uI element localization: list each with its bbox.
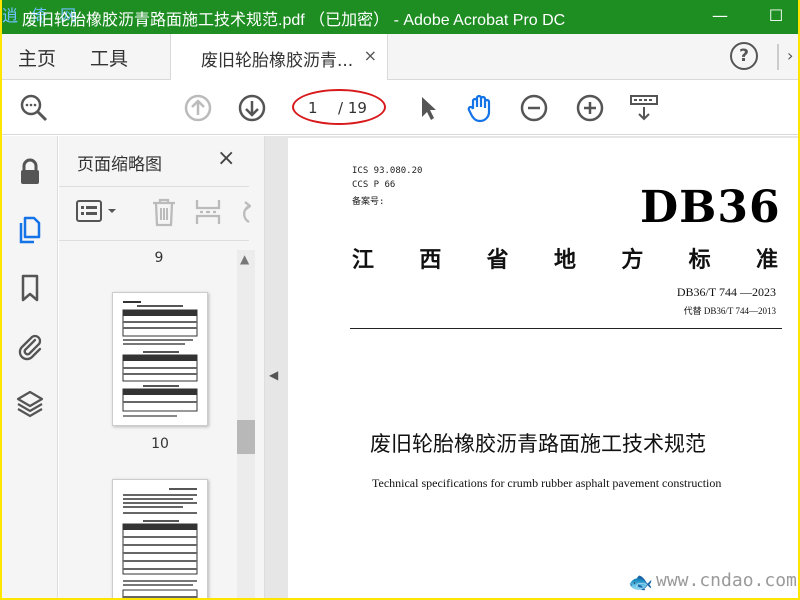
overflow-icon[interactable]: ›	[787, 46, 793, 65]
header-rule	[350, 328, 782, 329]
tab-document-label: 废旧轮胎橡胶沥青...	[201, 51, 354, 71]
site-logo-icon: 🐟	[628, 570, 653, 594]
standard-code: DB36/T 744 —2023	[676, 285, 776, 299]
zoom-in-icon[interactable]	[574, 92, 606, 124]
tab-tools[interactable]: 工具	[90, 44, 128, 71]
window-title: 废旧轮胎橡胶沥青路面施工技术规范.pdf （已加密） - Adobe Acrob…	[22, 12, 566, 29]
replaces-note: 代替 DB36/T 744—2013	[683, 306, 776, 316]
acrobat-window: 逍 倚 网 废旧轮胎橡胶沥青路面施工技术规范.pdf （已加密） - Adobe…	[2, 0, 798, 598]
next-page-icon[interactable]	[236, 92, 268, 124]
minimize-button[interactable]: —	[702, 2, 738, 30]
hand-tool-icon[interactable]	[464, 92, 496, 124]
lock-icon[interactable]	[14, 156, 46, 188]
tab-home[interactable]: 主页	[18, 44, 56, 71]
standard-char: 地	[553, 247, 576, 273]
scroll-up-icon[interactable]: ▲	[240, 252, 249, 266]
tab-close-button[interactable]: ×	[364, 46, 377, 65]
standard-char: 标	[688, 247, 711, 273]
thumbnail-page-11[interactable]	[112, 479, 208, 598]
panel-close-button[interactable]: ×	[217, 146, 235, 171]
title-bar: 逍 倚 网 废旧轮胎橡胶沥青路面施工技术规范.pdf （已加密） - Adobe…	[2, 0, 798, 34]
standard-char: 西	[419, 247, 442, 273]
red-highlight-circle	[292, 89, 386, 125]
page-thumbnails-panel: 页面缩略图 × 9 10 ▲	[59, 136, 265, 598]
ccs-code: CCS P 66	[352, 180, 396, 190]
select-arrow-icon[interactable]	[412, 92, 444, 124]
pdf-page: ICS 93.080.20 CCS P 66 备案号: DB36 江 西 省 地…	[288, 138, 798, 598]
rotate-page-icon[interactable]	[233, 196, 251, 228]
thumbnail-page-10[interactable]	[112, 292, 208, 426]
standard-char: 省	[486, 247, 509, 273]
insert-page-icon[interactable]	[193, 196, 223, 228]
left-rail	[2, 136, 58, 598]
tab-bar: 主页 工具 废旧轮胎橡胶沥青... × ? ›	[2, 34, 798, 80]
panel-title: 页面缩略图	[77, 155, 162, 175]
search-zoom-icon[interactable]	[18, 92, 50, 124]
thumbnail-page-label: 10	[151, 436, 169, 452]
divider	[59, 186, 249, 187]
standard-char: 江	[352, 247, 375, 273]
maximize-button[interactable]: ☐	[758, 2, 794, 30]
thumbnail-scrollbar[interactable]: ▲	[237, 250, 255, 598]
page-preview	[122, 301, 198, 417]
document-title-en: Technical specifications for crumb rubbe…	[372, 476, 722, 490]
toolbar: 1 / 19	[2, 81, 798, 135]
thumbnail-tools	[75, 194, 251, 230]
divider	[59, 240, 249, 241]
document-title-cn: 废旧轮胎橡胶沥青路面施工技术规范	[370, 432, 706, 456]
layers-icon[interactable]	[14, 388, 46, 420]
delete-page-icon[interactable]	[149, 196, 179, 228]
page-preview	[122, 488, 198, 598]
collapse-panel-icon[interactable]: ◀	[269, 368, 278, 382]
site-watermark: www.cndao.com	[656, 570, 797, 591]
document-view[interactable]: ◀ ICS 93.080.20 CCS P 66 备案号: DB36 江 西 省…	[265, 136, 798, 598]
ics-code: ICS 93.080.20	[352, 166, 423, 176]
standard-brand: DB36	[640, 182, 781, 233]
pages-icon[interactable]	[14, 214, 46, 246]
help-button[interactable]: ?	[730, 42, 758, 70]
scrollbar-thumb[interactable]	[237, 420, 255, 454]
keyboard-scroll-icon[interactable]	[628, 92, 660, 124]
record-number: 备案号:	[352, 197, 385, 207]
previous-page-icon[interactable]	[182, 92, 214, 124]
standard-char: 准	[755, 247, 778, 273]
attachment-icon[interactable]	[14, 330, 46, 362]
standard-char: 方	[621, 247, 644, 273]
bookmark-icon[interactable]	[14, 272, 46, 304]
standard-type: 江 西 省 地 方 标 准	[352, 242, 778, 274]
thumbnail-page-label: 9	[154, 250, 164, 266]
divider	[777, 44, 779, 70]
zoom-out-icon[interactable]	[518, 92, 550, 124]
options-menu-icon[interactable]	[75, 198, 121, 226]
tab-document[interactable]: 废旧轮胎橡胶沥青... ×	[170, 34, 388, 80]
